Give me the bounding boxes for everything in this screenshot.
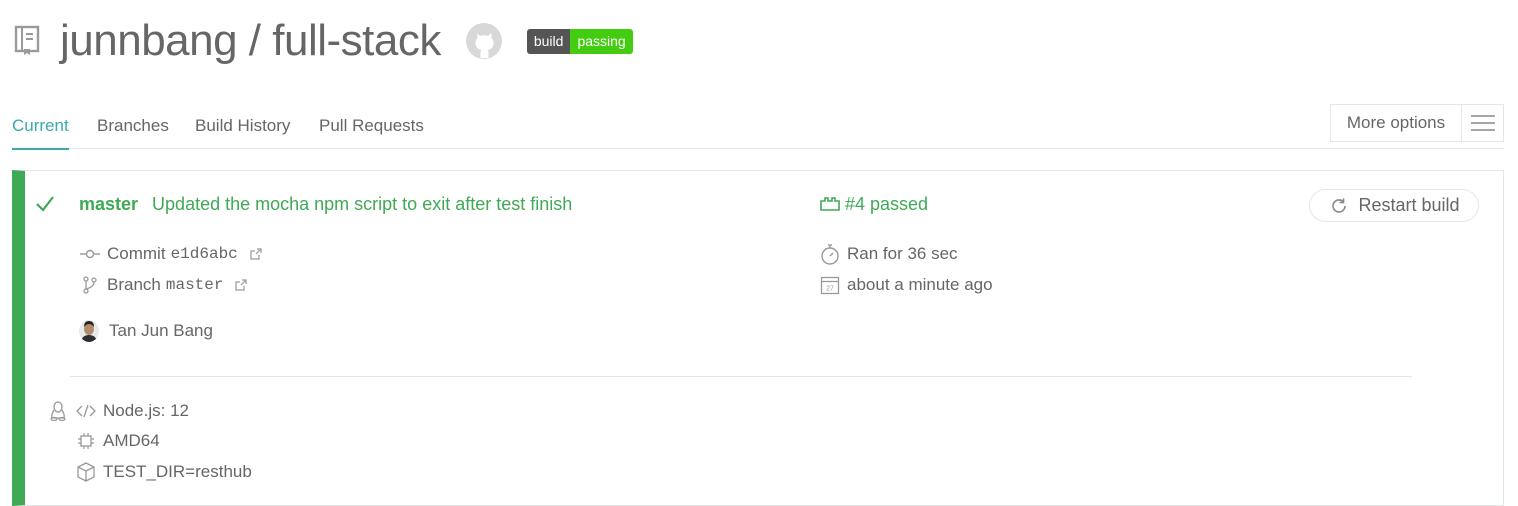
linux-icon: [47, 400, 69, 422]
commit-row: Commit e1d6abc: [79, 243, 262, 265]
repo-book-icon: [12, 23, 42, 59]
checkmark-icon: [33, 193, 57, 215]
more-options-label[interactable]: More options: [1331, 105, 1462, 141]
branch-label: Branch: [107, 275, 161, 294]
commit-label: Commit: [107, 244, 166, 263]
repo-tabs: Current Branches Build History Pull Requ…: [12, 104, 1504, 150]
restart-icon: [1328, 195, 1350, 217]
svg-text:27: 27: [826, 286, 834, 293]
env-text: TEST_DIR=resthub: [103, 462, 252, 481]
build-branch[interactable]: master: [79, 194, 138, 215]
author-name[interactable]: Tan Jun Bang: [109, 321, 213, 341]
tab-build-history[interactable]: Build History: [195, 116, 290, 148]
env-row: TEST_DIR=resthub: [75, 461, 252, 483]
avatar: [79, 320, 99, 342]
tab-pull-requests[interactable]: Pull Requests: [319, 116, 424, 148]
external-link-icon[interactable]: [250, 248, 262, 260]
finished-row: 27 about a minute ago: [819, 274, 993, 296]
more-options-menu[interactable]: More options: [1330, 104, 1504, 142]
language-row: Node.js: 12: [47, 400, 189, 422]
restart-build-label: Restart build: [1358, 195, 1460, 215]
build-status-text[interactable]: #4 passed: [845, 194, 928, 215]
restart-build-button[interactable]: Restart build: [1309, 189, 1479, 222]
build-status-badge[interactable]: build passing: [526, 28, 633, 54]
branch-icon: [79, 274, 101, 296]
arch-text: AMD64: [103, 431, 160, 450]
build-number-icon: [819, 193, 841, 215]
author-row: Tan Jun Bang: [79, 320, 213, 342]
external-link-icon[interactable]: [235, 279, 248, 291]
cpu-icon: [75, 430, 97, 452]
commit-icon: [79, 243, 101, 265]
tab-current[interactable]: Current: [12, 116, 69, 150]
commit-message[interactable]: Updated the mocha npm script to exit aft…: [152, 194, 572, 215]
calendar-icon: 27: [819, 274, 841, 296]
repo-title[interactable]: junnbang / full-stack: [60, 19, 441, 63]
branch-row: Branch master: [79, 274, 248, 296]
commit-sha[interactable]: e1d6abc: [171, 245, 238, 263]
tab-branches[interactable]: Branches: [97, 116, 169, 148]
repo-header: junnbang / full-stack build passing: [12, 14, 633, 68]
duration-text: Ran for 36 sec: [847, 244, 958, 263]
badge-label: build: [526, 28, 571, 54]
build-summary-row: master Updated the mocha npm script to e…: [33, 193, 572, 215]
duration-row: Ran for 36 sec: [819, 243, 958, 265]
badge-status: passing: [570, 28, 633, 54]
build-card: master Updated the mocha npm script to e…: [12, 170, 1504, 506]
stopwatch-icon: [819, 243, 841, 265]
finished-text: about a minute ago: [847, 275, 993, 294]
arch-row: AMD64: [75, 430, 160, 452]
branch-name[interactable]: master: [166, 276, 224, 294]
divider: [70, 376, 1412, 377]
language-text: Node.js: 12: [103, 401, 189, 420]
code-icon: [75, 400, 97, 422]
build-status[interactable]: #4 passed: [819, 193, 928, 215]
package-icon: [75, 461, 97, 483]
hamburger-icon[interactable]: [1462, 105, 1503, 141]
github-icon[interactable]: [465, 22, 503, 60]
